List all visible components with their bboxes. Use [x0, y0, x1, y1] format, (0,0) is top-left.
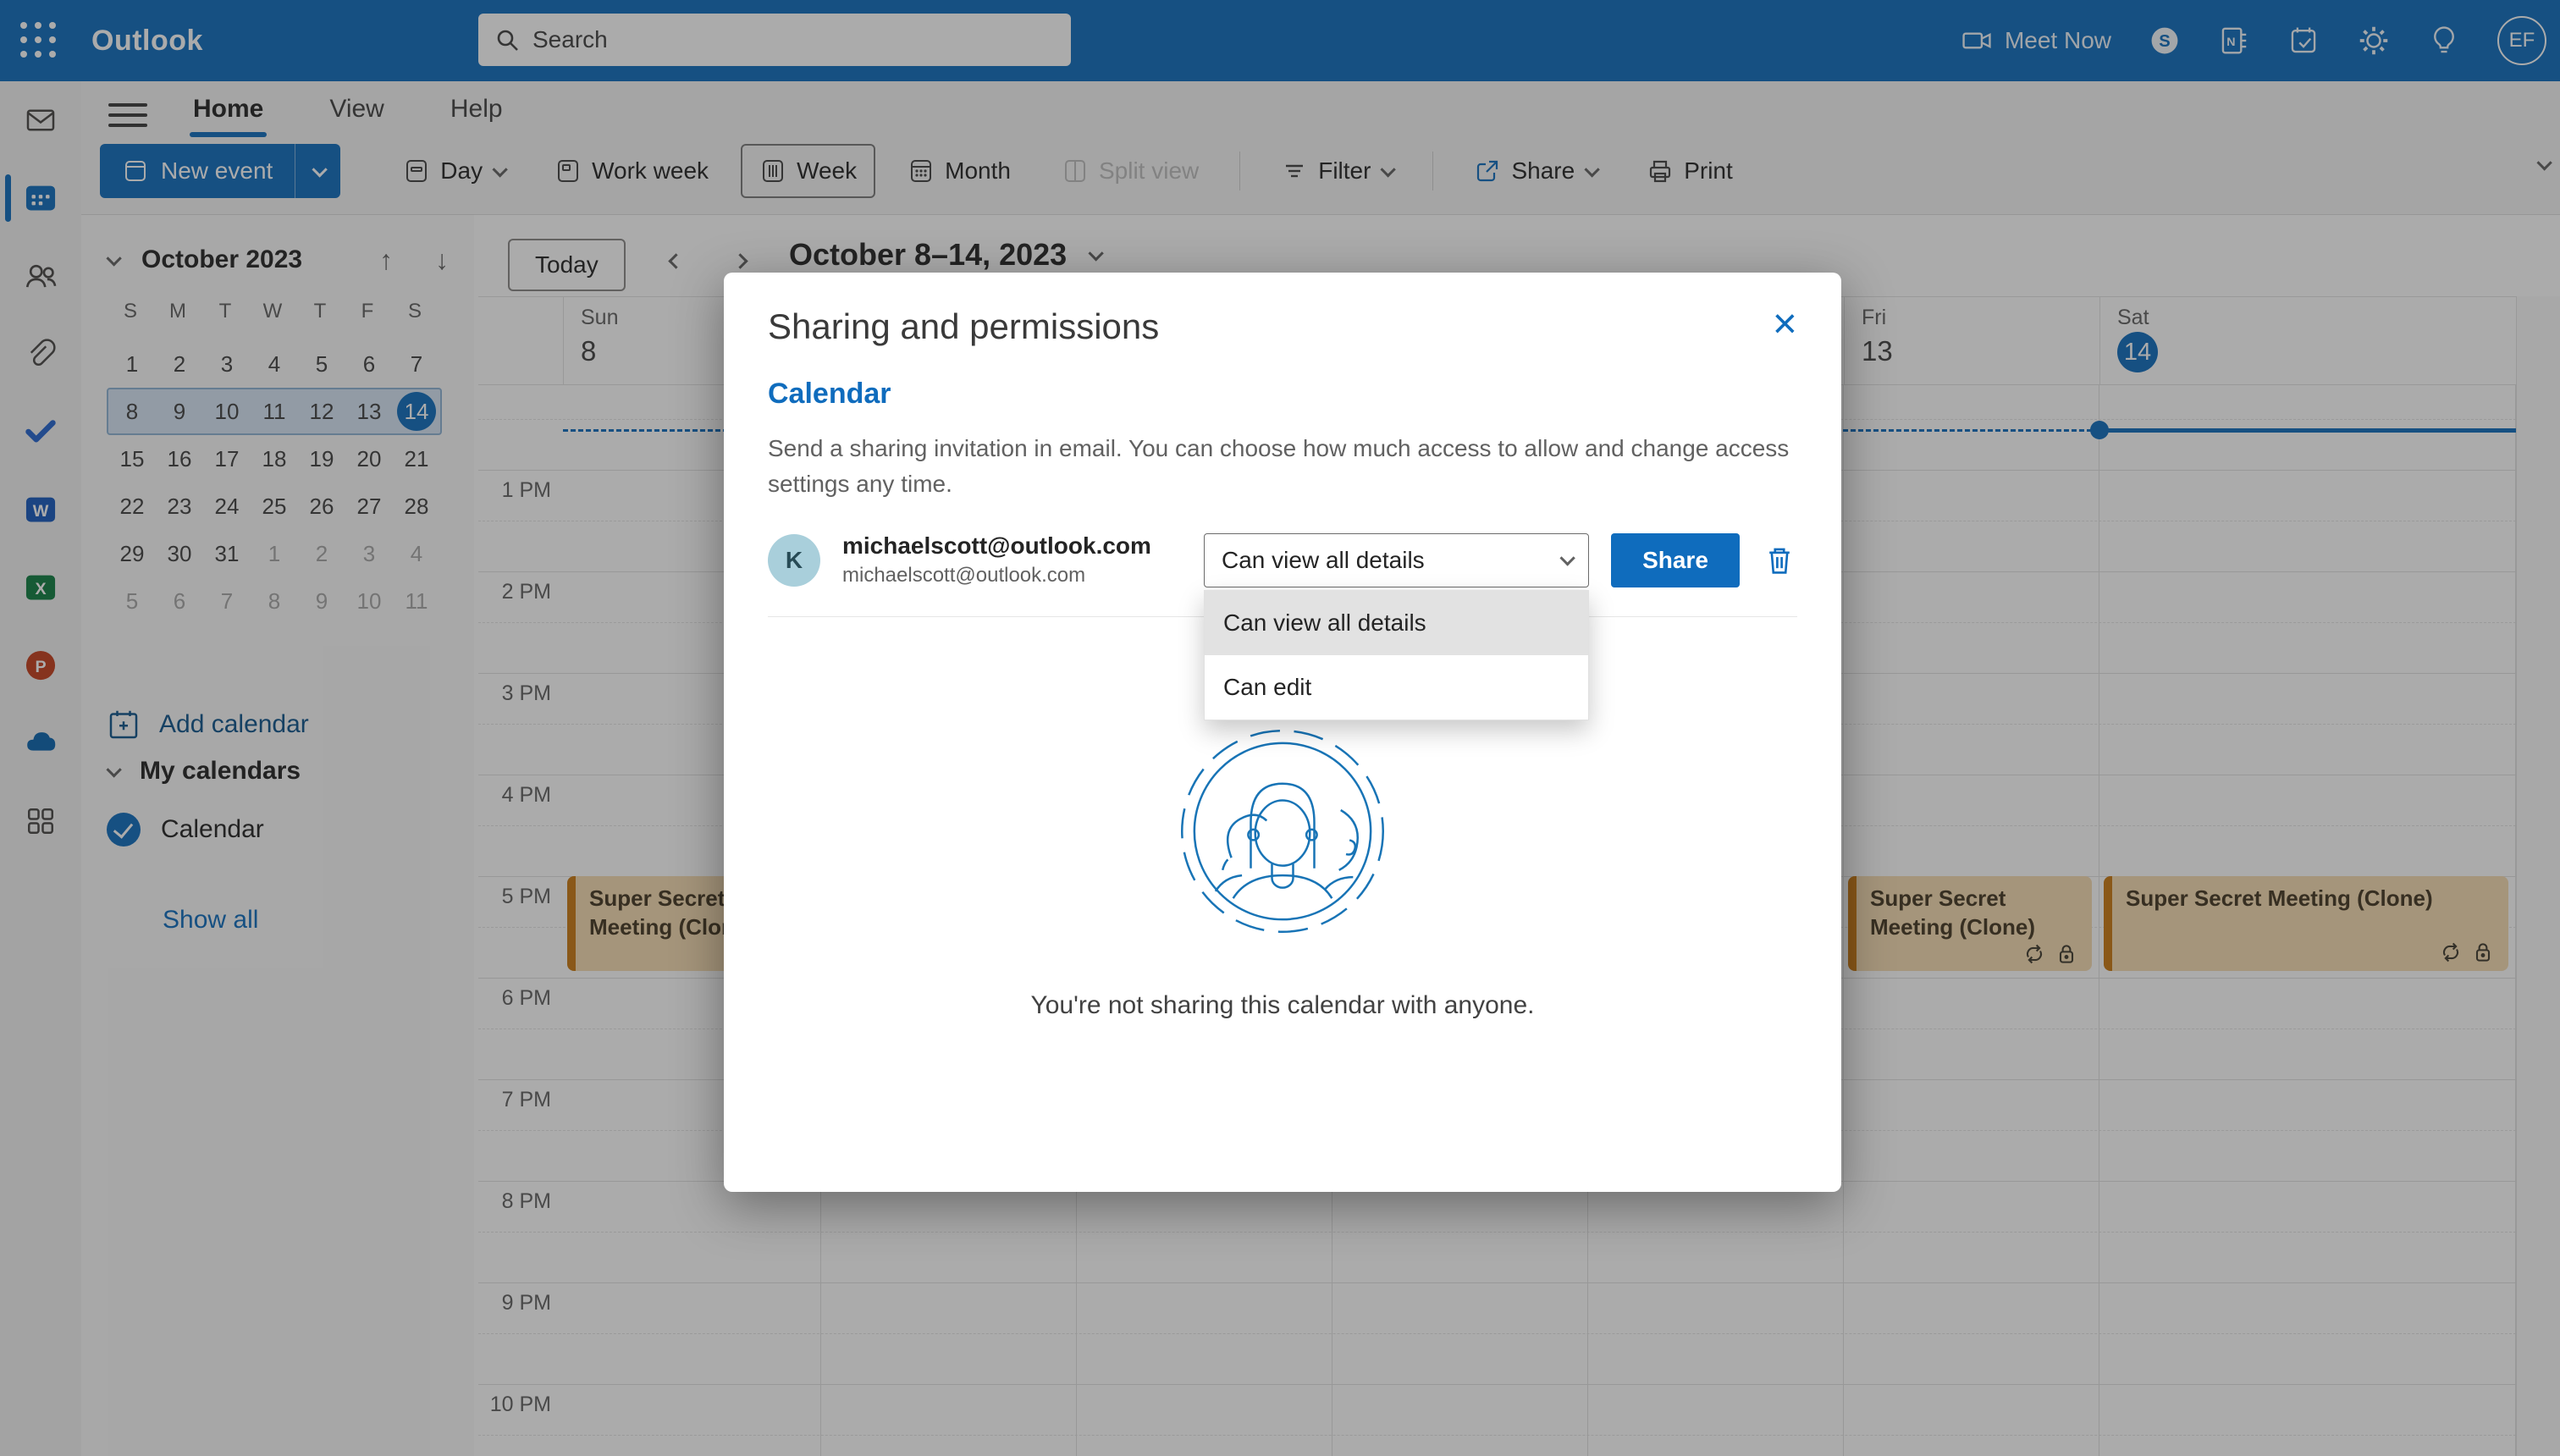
permission-dropdown[interactable]: Can view all details: [1204, 532, 1589, 587]
calendar-section-heading: Calendar: [768, 378, 891, 410]
trash-icon: [1769, 548, 1790, 574]
permission-dropdown-value: Can view all details: [1222, 546, 1425, 573]
outlook-calendar-page: Outlook Meet Now S: [0, 0, 2560, 1456]
people-illustration: [1177, 725, 1388, 937]
delete-recipient-button[interactable]: [1762, 543, 1797, 578]
recipient-avatar: K: [768, 533, 820, 587]
share-button[interactable]: Share: [1611, 532, 1740, 587]
empty-state-message: You're not sharing this calendar with an…: [1030, 991, 1535, 1019]
sharing-description: Send a sharing invitation in email. You …: [768, 435, 1790, 497]
recipient-name: michaelscott@outlook.com: [842, 532, 1151, 559]
close-icon[interactable]: ×: [1773, 302, 1797, 345]
sharing-permissions-dialog: Sharing and permissions × Calendar Send …: [724, 273, 1841, 1192]
permission-option[interactable]: Can edit: [1205, 655, 1588, 720]
dialog-title: Sharing and permissions: [768, 306, 1160, 346]
recipient-email: michaelscott@outlook.com: [842, 564, 1086, 587]
permission-option[interactable]: Can view all details: [1205, 590, 1588, 655]
permission-dropdown-menu: Can view all details Can edit: [1204, 589, 1589, 720]
share-recipient-row: K michaelscott@outlook.com michaelscott@…: [768, 532, 1797, 720]
permission-dropdown-chevron-icon: [1559, 550, 1575, 566]
